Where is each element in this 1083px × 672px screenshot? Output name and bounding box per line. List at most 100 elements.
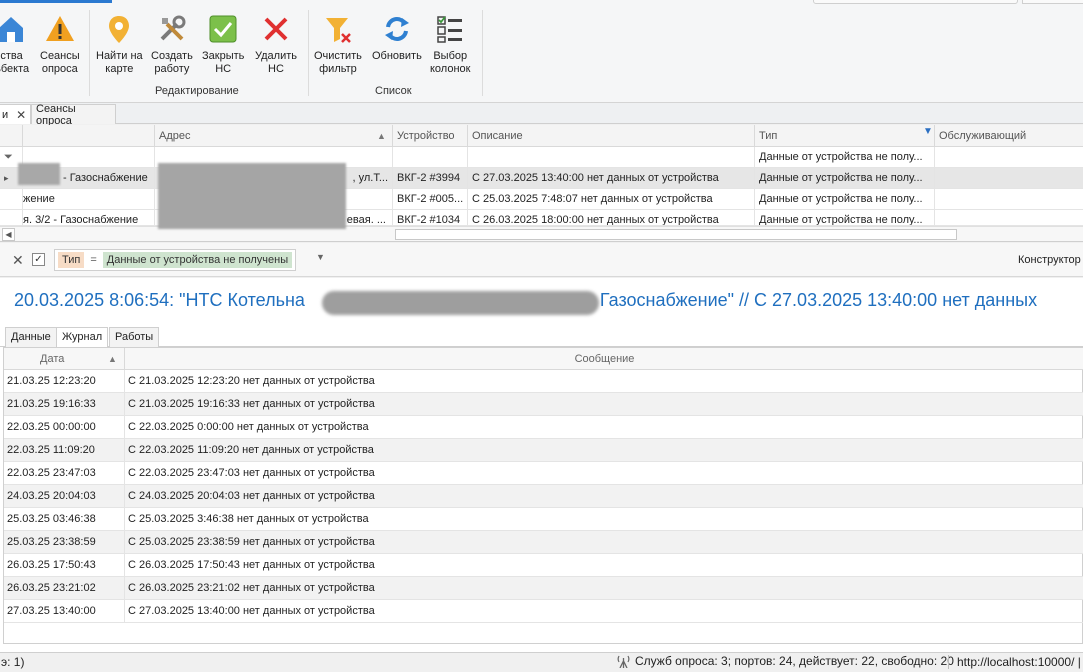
row-type: Данные от устройства не полу...: [754, 168, 934, 189]
antenna-icon: [617, 655, 630, 668]
journal-message: С 22.03.2025 11:09:20 нет данных от устр…: [124, 439, 1083, 462]
ribbon-separator: [308, 10, 309, 96]
list-item[interactable]: 25.03.25 23:38:59 С 25.03.2025 23:38:59 н…: [4, 531, 1083, 554]
ribbon-top-control[interactable]: [1022, 0, 1083, 4]
column-header-date-label: Дата: [40, 353, 65, 365]
ribbon-search-box[interactable]: [813, 0, 1018, 4]
journal-message: С 22.03.2025 0:00:00 нет данных от устро…: [124, 416, 1083, 439]
row-description: С 26.03.2025 18:00:00 нет данных от устр…: [467, 210, 754, 225]
filter-enabled-checkbox[interactable]: ✓: [32, 253, 45, 266]
filter-expression[interactable]: Тип = Данные от устройства не получены: [54, 249, 297, 271]
filter-history-dropdown-icon[interactable]: ▼: [316, 252, 325, 262]
list-item[interactable]: 26.03.25 23:21:02 С 26.03.2025 23:21:02 н…: [4, 577, 1083, 600]
list-item[interactable]: 24.03.25 20:04:03 С 24.03.2025 20:04:03 н…: [4, 485, 1083, 508]
filter-cell-device[interactable]: [392, 147, 467, 168]
row-name: я. 3/2 - Газоснабжение: [22, 210, 154, 225]
tab-incidents[interactable]: и ✕: [0, 104, 31, 124]
close-incident-button[interactable]: Закрыть НС: [202, 12, 244, 76]
journal-message: С 25.03.2025 23:38:59 нет данных от устр…: [124, 531, 1083, 554]
tab-poll-sessions[interactable]: Сеансы опроса: [31, 102, 116, 127]
object-properties-button[interactable]: ства ъбекта: [0, 12, 29, 76]
group-label-edit: Редактирование: [155, 85, 239, 97]
redacted-area: [158, 163, 346, 229]
object-properties-label: ства ъбекта: [0, 50, 30, 75]
column-header-description[interactable]: Описание: [467, 125, 754, 147]
filter-constructor-button[interactable]: Конструктор: [1018, 254, 1081, 266]
poll-sessions-button[interactable]: Сеансы опроса: [40, 12, 80, 76]
refresh-button[interactable]: Обновить: [372, 12, 422, 63]
detail-tabs: Данные Журнал Работы: [0, 325, 1083, 348]
journal-date: 24.03.25 20:04:03: [7, 490, 96, 502]
list-item[interactable]: 25.03.25 03:46:38 С 25.03.2025 3:46:38 не…: [4, 508, 1083, 531]
clear-filter-icon: [321, 12, 355, 46]
row-maintainer: [934, 189, 1083, 210]
delete-incident-label: Удалить НС: [255, 50, 297, 75]
journal-date: 22.03.25 23:47:03: [7, 467, 96, 479]
delete-incident-button[interactable]: Удалить НС: [255, 12, 297, 76]
row-type: Данные от устройства не полу...: [754, 210, 934, 225]
scroll-left-icon[interactable]: ◀: [2, 228, 15, 241]
filter-field[interactable]: Тип: [58, 252, 85, 268]
list-item[interactable]: 26.03.25 17:50:43 С 26.03.2025 17:50:43 н…: [4, 554, 1083, 577]
close-incident-label: Закрыть НС: [202, 50, 245, 75]
journal-header: Дата ▲ Сообщение: [4, 348, 1083, 370]
poll-sessions-label: Сеансы опроса: [40, 50, 80, 75]
tab-data[interactable]: Данные: [5, 327, 57, 347]
list-item[interactable]: 21.03.25 12:23:20 С 21.03.2025 12:23:20 н…: [4, 370, 1083, 393]
clear-filter-label: Очистить фильтр: [314, 50, 362, 75]
list-item[interactable]: 22.03.25 00:00:00 С 22.03.2025 0:00:00 не…: [4, 416, 1083, 439]
detail-title-right: - Газоснабжение" // С 27.03.2025 13:40:0…: [588, 290, 1038, 310]
column-filter-icon[interactable]: ▼: [923, 121, 933, 143]
column-header-device[interactable]: Устройство: [392, 125, 467, 147]
journal-grid: Дата ▲ Сообщение 21.03.25 12:23:20 С 21.0…: [3, 347, 1083, 644]
ribbon-separator: [482, 10, 483, 96]
clear-filter-close-icon[interactable]: ✕: [12, 252, 24, 269]
detail-panel: 20.03.2025 8:06:54: "НТС Котельна - Газос…: [0, 278, 1083, 652]
detail-title-left: 20.03.2025 8:06:54: "НТС Котельна: [14, 290, 305, 310]
status-left: э: 1): [1, 655, 25, 669]
list-item[interactable]: 21.03.25 19:16:33 С 21.03.2025 19:16:33 н…: [4, 393, 1083, 416]
tab-incidents-label: и: [2, 108, 9, 121]
map-pin-icon: [102, 12, 136, 46]
tab-poll-sessions-label: Сеансы опроса: [36, 102, 76, 127]
list-item[interactable]: 27.03.25 13:40:00 С 27.03.2025 13:40:00 н…: [4, 600, 1083, 623]
row-maintainer: [934, 210, 1083, 225]
column-header-maintainer[interactable]: Обслуживающий: [934, 125, 1083, 147]
redacted-area: [322, 291, 599, 315]
column-header-date[interactable]: Дата ▲: [4, 348, 124, 370]
journal-date: 22.03.25 00:00:00: [7, 421, 96, 433]
column-header-address[interactable]: Адрес ▲: [154, 125, 392, 147]
filter-cell-maintainer[interactable]: [934, 147, 1083, 168]
column-header-message[interactable]: Сообщение: [124, 348, 1083, 370]
warning-icon: [43, 12, 77, 46]
status-bar: э: 1) Служб опроса: 3; портов: 24, дейст…: [0, 652, 1083, 672]
document-tabs: и ✕ Сеансы опроса: [0, 102, 1083, 127]
close-icon[interactable]: ✕: [16, 108, 26, 122]
filter-value[interactable]: Данные от устройства не получены: [102, 252, 293, 268]
tab-journal[interactable]: Журнал: [56, 327, 109, 348]
tab-works[interactable]: Работы: [109, 327, 160, 347]
filter-panel: ✕ ✓ Тип = Данные от устройства не получе…: [0, 243, 1083, 277]
column-header-type[interactable]: Тип ▼: [754, 125, 934, 147]
find-on-map-button[interactable]: Найти на карте: [96, 12, 143, 76]
filter-cell-description[interactable]: [467, 147, 754, 168]
scrollbar-thumb[interactable]: [395, 229, 957, 240]
journal-message: С 27.03.2025 13:40:00 нет данных от устр…: [124, 600, 1083, 623]
clear-filter-button[interactable]: Очистить фильтр: [314, 12, 362, 76]
sort-ascending-icon: ▲: [108, 354, 117, 364]
journal-message: С 26.03.2025 17:50:43 нет данных от устр…: [124, 554, 1083, 577]
list-item[interactable]: 22.03.25 11:09:20 С 22.03.2025 11:09:20 н…: [4, 439, 1083, 462]
ribbon: ства ъбекта Сеансы опроса Найти на карте…: [0, 0, 1083, 103]
filter-operator[interactable]: =: [90, 254, 96, 266]
column-header-name[interactable]: [22, 125, 154, 147]
row-device: ВКГ-2 #3994: [392, 168, 467, 189]
choose-columns-button[interactable]: Выбор колонок: [430, 12, 470, 76]
journal-message: С 21.03.2025 12:23:20 нет данных от устр…: [124, 370, 1083, 393]
filter-cell-type[interactable]: Данные от устройства не полу...: [754, 147, 934, 168]
check-icon: [206, 12, 240, 46]
row-description: С 25.03.2025 7:48:07 нет данных от устро…: [467, 189, 754, 210]
create-work-button[interactable]: Создать работу: [151, 12, 193, 76]
tools-icon: [155, 12, 189, 46]
list-item[interactable]: 22.03.25 23:47:03 С 22.03.2025 23:47:03 н…: [4, 462, 1083, 485]
columns-icon: [433, 12, 467, 46]
